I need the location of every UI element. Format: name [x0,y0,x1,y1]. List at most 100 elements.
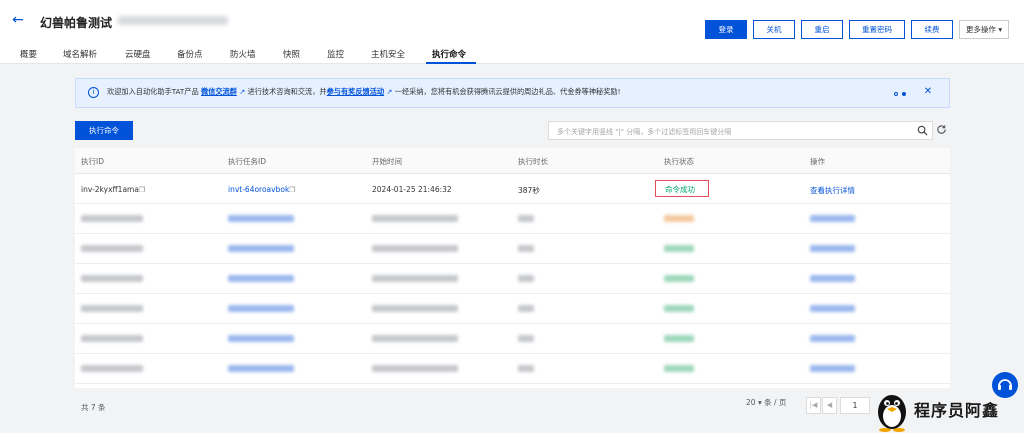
search-input[interactable]: 多个关键字用竖线 "|" 分隔，多个过滤标签用回车键分隔 [548,121,933,140]
redacted-cell [518,275,534,282]
active-tab-indicator [426,62,476,64]
run-command-button[interactable]: 执行命令 [75,121,133,140]
command-table: 执行ID 执行任务ID 开始时间 执行时长 执行状态 操作 inv-2kyxff… [75,148,950,388]
redacted-cell [372,215,458,222]
table-row-redacted [75,324,950,354]
more-actions-label: 更多操作 [965,25,996,34]
carousel-dot[interactable] [894,91,898,96]
tab-host-security[interactable]: 主机安全 [371,48,405,60]
redacted-cell [372,275,458,282]
exec-id-cell: inv-2kyxff1ama❐ [81,185,145,194]
copy-icon[interactable]: ❐ [139,186,145,194]
info-banner: i 欢迎加入自动化助手TAT产品 微信交流群 ↗ 进行技术咨询和交流，并参与有奖… [75,78,950,108]
task-id-link[interactable]: invt-64oroavbok [228,185,289,194]
external-link-icon: ↗ [239,87,246,96]
page-number-input[interactable]: 1 [840,397,870,414]
redacted-cell [228,215,294,222]
back-arrow-icon[interactable]: ← [10,12,26,28]
carousel-dots[interactable] [894,89,910,97]
view-details-link[interactable]: 查看执行详情 [810,185,855,196]
info-icon: i [88,87,99,98]
redacted-cell [810,335,855,342]
chevron-down-icon: ▾ [998,25,1003,34]
start-time-cell: 2024-01-25 21:46:32 [372,185,452,194]
carousel-dot-active[interactable] [902,91,906,96]
close-icon[interactable]: ✕ [922,86,934,98]
redacted-cell [810,245,855,252]
redacted-cell [518,335,534,342]
redacted-cell [228,335,294,342]
col-action: 操作 [810,157,825,166]
tab-dns[interactable]: 域名解析 [63,48,97,60]
tab-cloud-disk[interactable]: 云硬盘 [125,48,151,60]
tab-snapshot[interactable]: 快照 [283,48,300,60]
redacted-cell [81,275,143,282]
copy-icon[interactable]: ❐ [289,186,295,194]
redacted-cell [664,305,694,312]
first-page-icon[interactable]: |◀ [806,397,821,414]
redacted-cell [664,245,694,252]
external-link-icon: ↗ [386,87,393,96]
watermark-text: 程序员阿鑫 [914,401,1000,420]
redacted-cell [372,305,458,312]
page-size-unit: 条 / 页 [764,398,787,407]
duration-cell: 387秒 [518,186,540,195]
prev-page-icon[interactable]: ◀ [822,397,837,414]
redacted-cell [664,215,694,222]
redacted-cell [810,305,855,312]
redacted-cell [810,275,855,282]
banner-text: 欢迎加入自动化助手TAT产品 微信交流群 ↗ 进行技术咨询和交流，并参与有奖反馈… [107,87,620,97]
total-count: 共 7 条 [81,403,106,412]
page-size-select[interactable]: 20 ▾ 条 / 页 [746,397,786,414]
more-actions-dropdown[interactable]: 更多操作 ▾ [959,20,1009,39]
task-id-cell[interactable]: invt-64oroavbok❐ [228,185,296,194]
redacted-cell [81,305,143,312]
table-row: inv-2kyxff1ama❐ invt-64oroavbok❐ 2024-01… [75,174,950,204]
table-header: 执行ID 执行任务ID 开始时间 执行时长 执行状态 操作 [75,148,950,174]
table-row-redacted [75,354,950,384]
page-size-value: 20 [746,398,756,407]
reset-password-button[interactable]: 重置密码 [849,20,905,39]
col-exec-id: 执行ID [81,157,104,166]
tab-run-command[interactable]: 执行命令 [432,48,466,60]
chevron-down-icon: ▾ [757,398,762,407]
instance-id-redacted [118,16,228,25]
tab-monitor[interactable]: 监控 [327,48,344,60]
shutdown-button[interactable]: 关机 [753,20,795,39]
col-task-id: 执行任务ID [228,157,266,166]
redacted-cell [518,245,534,252]
table-row-redacted [75,204,950,234]
renew-button[interactable]: 续费 [911,20,953,39]
penguin-logo-icon [878,395,906,432]
feedback-activity-link[interactable]: 参与有奖反馈活动 [327,87,385,96]
status-badge: 命令成功 [665,185,695,194]
refresh-icon[interactable] [936,124,947,135]
wechat-group-link[interactable]: 微信交流群 [201,87,237,96]
restart-button[interactable]: 重启 [801,20,843,39]
redacted-cell [81,365,143,372]
redacted-cell [228,245,294,252]
redacted-cell [81,335,143,342]
table-row-redacted [75,294,950,324]
tab-backup[interactable]: 备份点 [177,48,203,60]
redacted-cell [228,305,294,312]
redacted-cell [810,215,855,222]
col-start-time: 开始时间 [372,157,402,166]
redacted-cell [810,365,855,372]
redacted-cell [372,335,458,342]
redacted-cell [81,215,143,222]
top-bar: ← 幻兽帕鲁测试 登录 关机 重启 重置密码 续费 更多操作 ▾ 概要 域名解析… [0,0,1024,64]
redacted-cell [81,245,143,252]
tab-overview[interactable]: 概要 [20,48,37,60]
instance-title: 幻兽帕鲁测试 [40,16,113,30]
redacted-cell [518,365,534,372]
redacted-cell [518,305,534,312]
login-button[interactable]: 登录 [705,20,747,39]
exec-id-text: inv-2kyxff1ama [81,185,139,194]
redacted-cell [664,275,694,282]
tab-firewall[interactable]: 防火墙 [230,48,256,60]
search-icon[interactable] [917,125,928,136]
redacted-cell [228,365,294,372]
col-status: 执行状态 [664,157,694,166]
redacted-cell [664,335,694,342]
